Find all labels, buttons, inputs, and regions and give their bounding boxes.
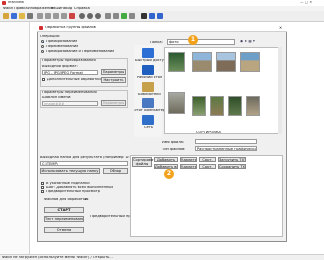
app-icon [2,1,6,5]
cut-icon[interactable] [37,13,43,19]
format-options-button[interactable]: Параметры [101,69,126,75]
add-button[interactable]: Добавить [154,157,178,162]
cancel-button[interactable]: Отмена [44,227,84,233]
mode-both-radio[interactable] [41,50,44,53]
dialog-app-icon [39,26,43,30]
delete-icon[interactable] [69,13,75,19]
file-list-scrollbar[interactable] [278,47,282,134]
statusbar: Файл не загружен (используйте меню 'Файл… [0,254,324,260]
start-button[interactable]: СТАРТ [44,207,84,213]
test-rename-button[interactable]: Тест переименования [44,216,84,222]
folder-combobox[interactable]: фото [167,39,235,45]
sort-files-button[interactable]: Сортировать файлы [132,157,157,167]
dialog-titlebar: Обработка группы файлов ✕ [37,24,287,32]
sort-down-button[interactable]: Сорт. [199,164,216,169]
info-icon[interactable] [149,13,155,19]
work-mode-label: Операция: [40,35,61,38]
mode-both-label: Преобразование и Переименование [46,50,115,53]
mode-convert-radio[interactable] [41,40,44,43]
thumbnail-7[interactable] [210,96,224,116]
name-template-label: Шаблон имени: [42,96,72,99]
library-icon[interactable] [142,82,154,92]
undo-icon[interactable] [61,13,67,19]
files-count-value: 11 [84,198,89,201]
place-this-pc[interactable]: Этот компьютер [134,109,165,113]
thumbnail-1[interactable] [168,52,185,72]
thumbnail-4[interactable] [240,52,260,72]
load-txt-button[interactable]: Загрузить TXT [218,157,246,162]
file-type-select[interactable]: Распространенные графические файлы [195,146,257,151]
thumbnail-9[interactable] [246,96,260,116]
use-current-folder-button[interactable]: Использовать текущую папку [40,168,100,174]
settings-icon[interactable] [129,13,135,19]
x-icon[interactable] [141,13,147,19]
status-text: Файл не загружен (используйте меню 'Файл… [2,256,113,260]
help-icon[interactable] [157,13,163,19]
advanced-checkbox[interactable] [42,78,45,81]
output-folder-label: Выходная папка для результата (например:… [40,156,132,159]
overwrite-checkbox[interactable] [41,186,44,189]
sort-up-button[interactable]: Сорт. [199,157,216,162]
open-icon[interactable] [3,13,9,19]
network-icon[interactable] [142,115,154,125]
add-all-button[interactable]: Добавить все [154,164,178,169]
desktop-icon[interactable] [142,65,154,75]
save-icon[interactable] [11,13,17,19]
app-title: IrfanView [8,1,24,5]
convert-group-title: Параметры преобразования [42,59,96,62]
file-type-label: Тип файлов: [162,148,186,151]
dialog-title: Обработка группы файлов [45,26,96,30]
thumbnail-3[interactable] [216,52,236,72]
slideshow-icon[interactable] [121,13,127,19]
name-template-input[interactable]: image### [42,101,98,106]
place-quick-access[interactable]: Быстрый доступ [135,59,166,63]
files-count-label: Файлов для обработки: [44,198,89,201]
preview-checkbox-label: Предварительный просмотр [46,190,101,193]
thumbnail-5[interactable] [168,92,185,114]
output-format-select[interactable]: JPG - JPG/JPEG Format [42,70,98,75]
window-controls[interactable]: — ▢ ✕ [300,1,312,5]
toolbar [0,11,324,22]
mode-convert-label: Преобразование [46,40,78,43]
rename-group-title: Параметры переименования [42,91,97,94]
output-format-label: Выходной формат: [42,65,78,68]
rename-options-button[interactable]: Параметры [101,100,126,106]
thumbnail-2[interactable] [192,52,212,72]
dialog-close-button[interactable]: ✕ [279,26,282,30]
place-desktop[interactable]: Рабочий стол [137,76,162,80]
computer-icon[interactable] [142,98,154,108]
file-name-input[interactable] [195,139,257,144]
browse-button[interactable]: Обзор [103,168,128,174]
save-txt-button[interactable]: Сохранить TXT [218,164,246,169]
mode-rename-radio[interactable] [41,45,44,48]
place-libraries[interactable]: Библиотеки [138,93,161,97]
sort-label: СОРТИРОВКА [196,131,221,134]
star-icon[interactable] [142,48,154,58]
advanced-checkbox-label: Дополнительные обработки [47,78,101,81]
folder-nav-icons[interactable]: ◉ ⬆ ▦ ▾ [240,40,255,44]
zoom-fit-icon[interactable] [95,13,101,19]
advanced-settings-button[interactable]: Настроить [101,77,126,83]
zoom-out-icon[interactable] [87,13,93,19]
file-name-label: Имя файла: [162,141,185,144]
remove-button[interactable]: Удалить [180,157,197,162]
folder-icon[interactable] [19,13,25,19]
zoom-in-icon[interactable] [79,13,85,19]
output-folder-input[interactable]: C:\TEMP\ [40,161,128,166]
place-network[interactable]: Сеть [144,126,153,130]
prev-icon[interactable] [105,13,111,19]
thumbnail-6[interactable] [192,96,206,116]
subfolder-checkbox[interactable] [41,182,44,185]
callout-1-badge: 1 [188,35,198,45]
remove-all-button[interactable]: Удалить все [180,164,197,169]
next-icon[interactable] [113,13,119,19]
print-icon[interactable] [27,13,33,19]
paste-icon[interactable] [53,13,59,19]
callout-2-badge: 2 [164,169,174,179]
preview-checkbox[interactable] [41,190,44,193]
copy-icon[interactable] [45,13,51,19]
mode-rename-label: Переименование [46,45,79,48]
thumbnail-8[interactable] [228,96,242,116]
left-pane [0,22,30,254]
